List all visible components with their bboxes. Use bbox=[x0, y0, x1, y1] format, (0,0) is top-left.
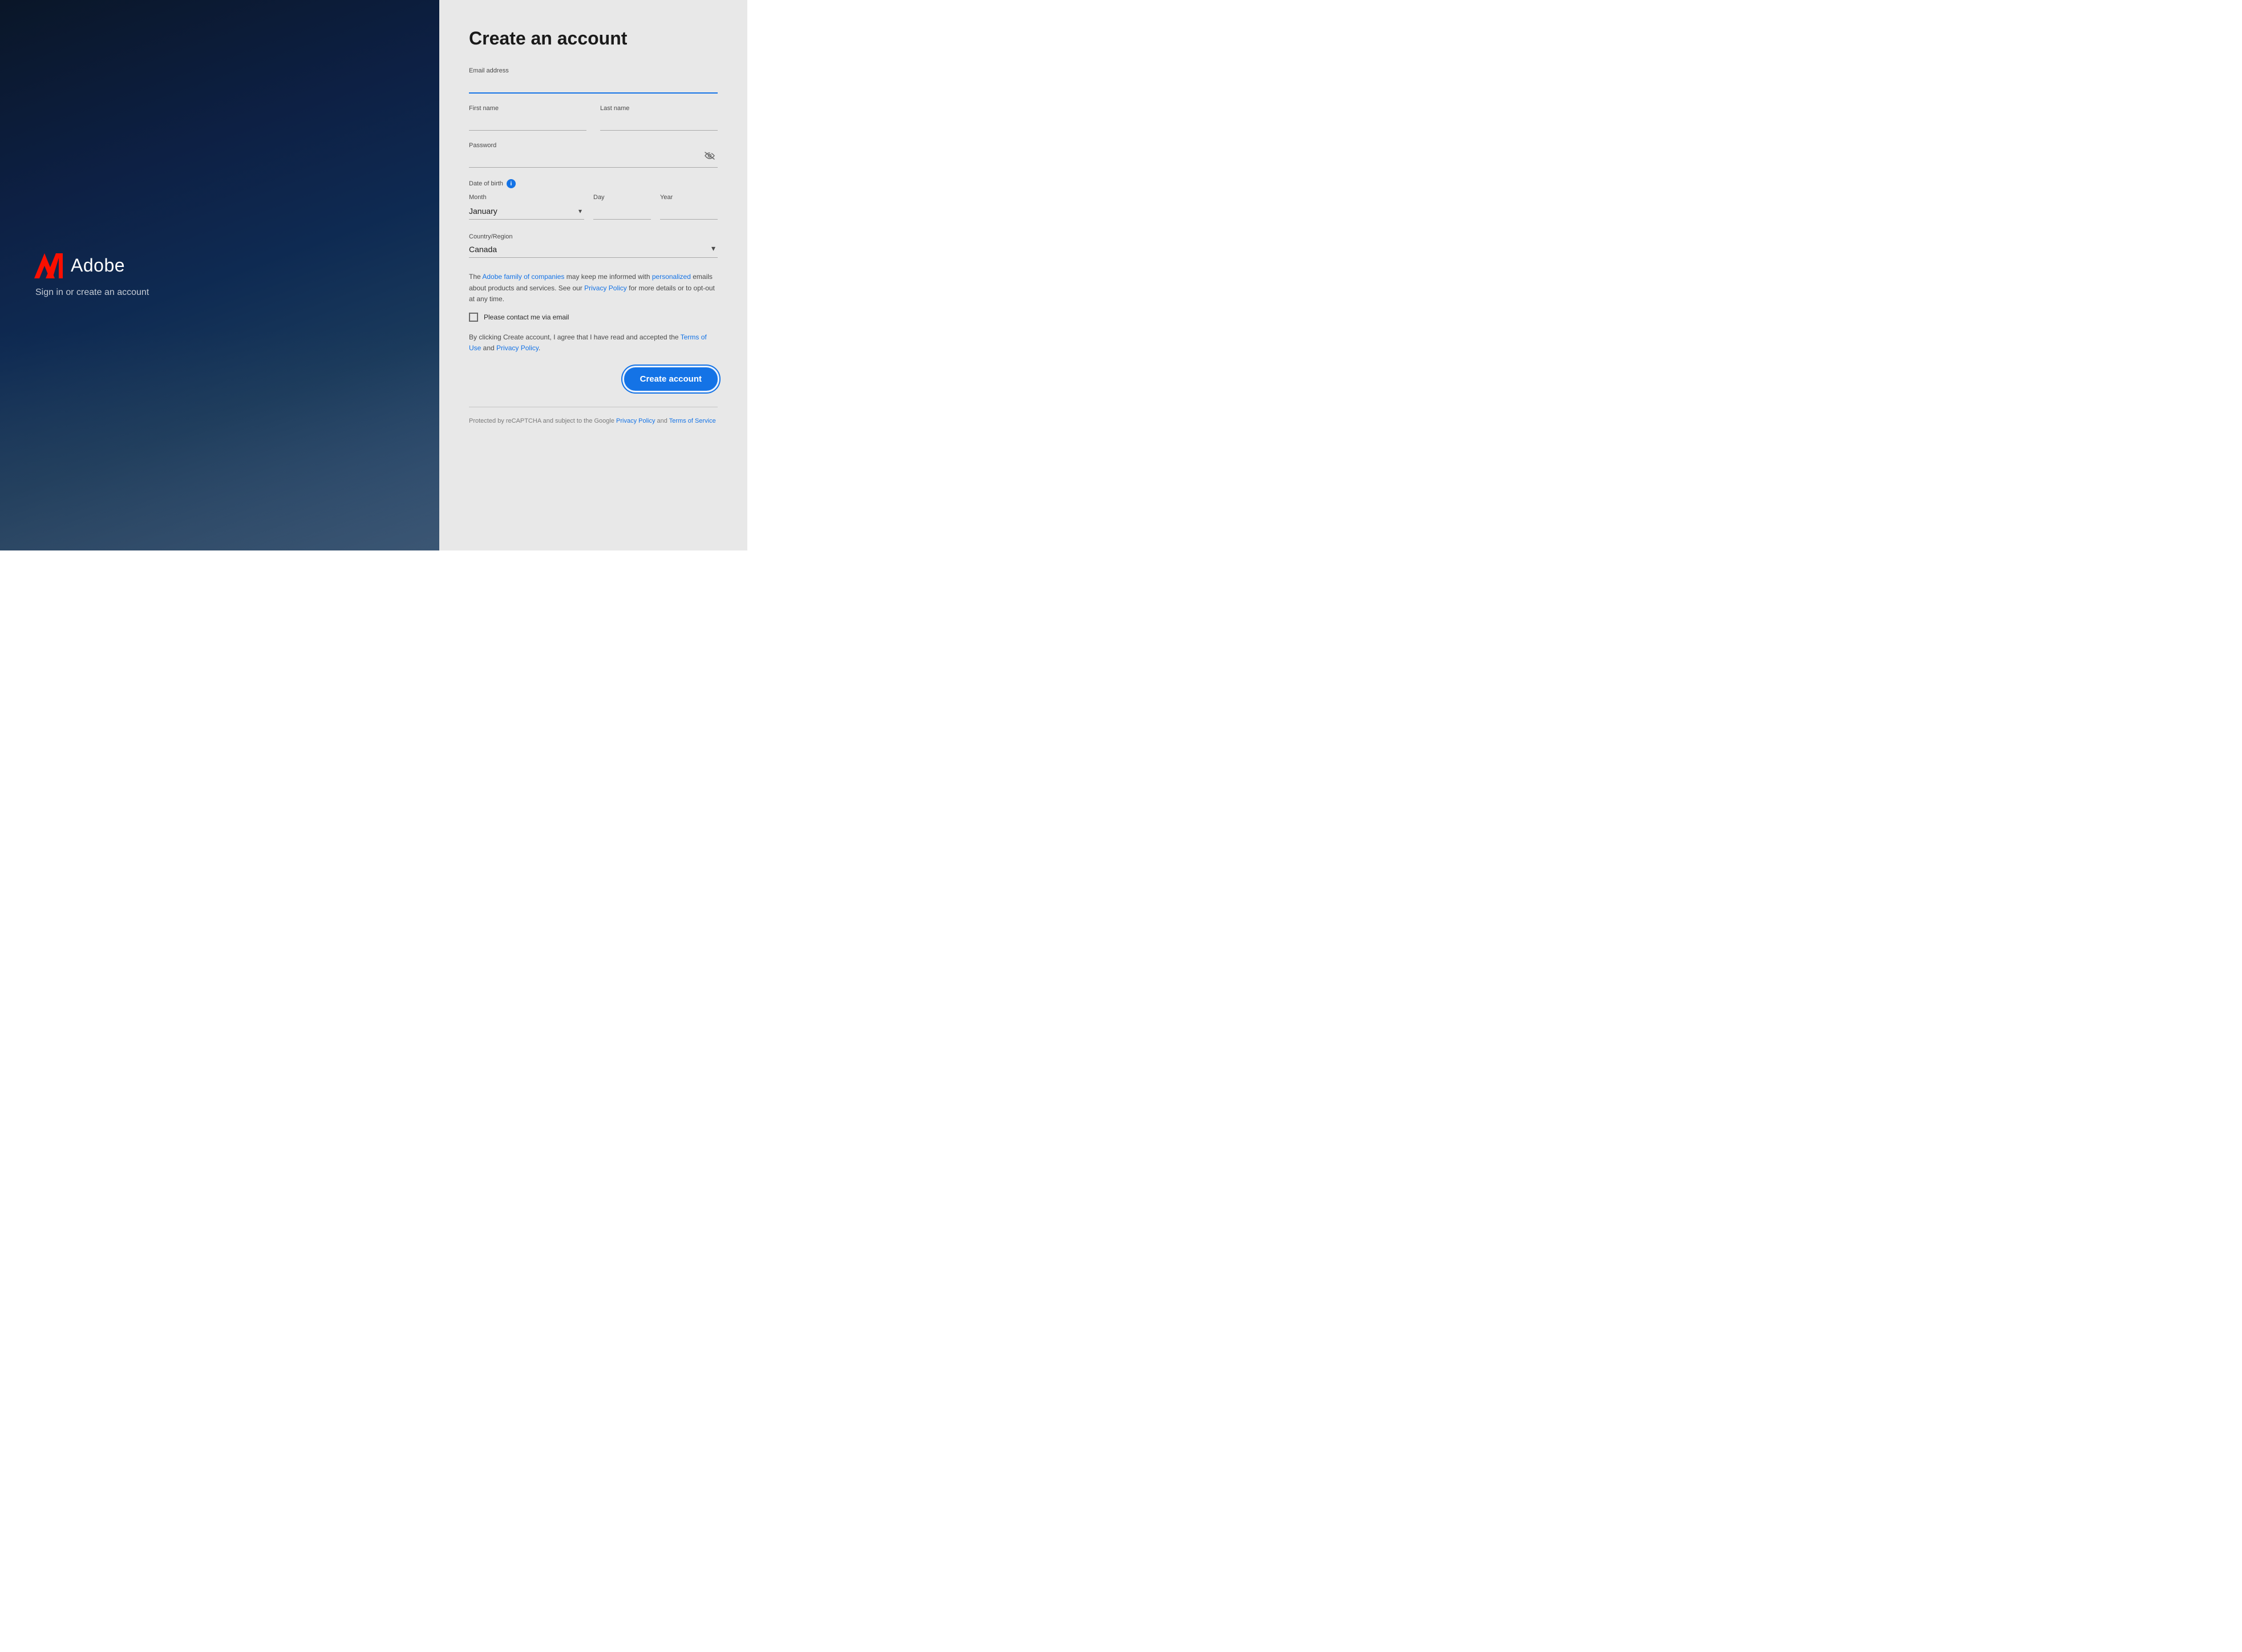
recaptcha-terms-link[interactable]: Terms of Service bbox=[669, 418, 716, 424]
email-group: Email address bbox=[469, 67, 718, 94]
password-label: Password bbox=[469, 142, 718, 149]
first-name-label: First name bbox=[469, 105, 586, 112]
year-col: Year bbox=[660, 194, 718, 220]
month-select-wrapper: January February March April May June Ju… bbox=[469, 203, 584, 220]
last-name-input[interactable] bbox=[600, 114, 718, 131]
email-label: Email address bbox=[469, 67, 718, 74]
checkbox-row: Please contact me via email bbox=[469, 313, 718, 322]
date-row: Month January February March April May J… bbox=[469, 194, 718, 220]
recaptcha-privacy-link[interactable]: Privacy Policy bbox=[616, 418, 655, 424]
last-name-label: Last name bbox=[600, 105, 718, 112]
adobe-logo-icon bbox=[34, 253, 63, 278]
dob-section: Date of birth i Month January February M… bbox=[469, 179, 718, 220]
terms-text: By clicking Create account, I agree that… bbox=[469, 332, 718, 354]
first-name-group: First name bbox=[469, 105, 586, 131]
year-label: Year bbox=[660, 194, 718, 201]
checkbox-label: Please contact me via email bbox=[484, 313, 569, 321]
dob-info-icon[interactable]: i bbox=[507, 179, 516, 188]
password-wrapper bbox=[469, 151, 718, 168]
day-input[interactable] bbox=[593, 203, 651, 220]
page-title: Create an account bbox=[469, 27, 718, 49]
day-col: Day bbox=[593, 194, 651, 220]
toggle-password-icon[interactable] bbox=[704, 151, 715, 163]
left-panel: Adobe Sign in or create an account bbox=[0, 0, 439, 550]
day-label: Day bbox=[593, 194, 651, 201]
consent-text: The Adobe family of companies may keep m… bbox=[469, 272, 718, 305]
email-input[interactable] bbox=[469, 76, 718, 94]
month-col: Month January February March April May J… bbox=[469, 194, 584, 220]
right-panel: Create an account Email address First na… bbox=[439, 0, 747, 550]
adobe-logo-container: Adobe bbox=[34, 253, 405, 278]
country-label: Country/Region bbox=[469, 233, 512, 240]
create-btn-row: Create account bbox=[469, 367, 718, 391]
terms-privacy-link[interactable]: Privacy Policy bbox=[496, 344, 539, 352]
dob-label-row: Date of birth i bbox=[469, 179, 718, 188]
country-section: Country/Region Canada United States Unit… bbox=[469, 231, 718, 258]
dob-label-text: Date of birth bbox=[469, 180, 503, 187]
recaptcha-text: Protected by reCAPTCHA and subject to th… bbox=[469, 416, 718, 427]
create-account-button[interactable]: Create account bbox=[624, 367, 718, 391]
adobe-logo-text: Adobe bbox=[71, 255, 125, 276]
month-select[interactable]: January February March April May June Ju… bbox=[469, 203, 584, 220]
password-input[interactable] bbox=[469, 151, 718, 168]
year-input[interactable] bbox=[660, 203, 718, 220]
personalized-link[interactable]: personalized bbox=[652, 273, 691, 281]
adobe-family-link[interactable]: Adobe family of companies bbox=[482, 273, 564, 281]
password-group: Password bbox=[469, 142, 718, 168]
adobe-tagline: Sign in or create an account bbox=[35, 288, 405, 298]
name-row: First name Last name bbox=[469, 105, 718, 131]
privacy-policy-consent-link[interactable]: Privacy Policy bbox=[584, 284, 627, 292]
first-name-input[interactable] bbox=[469, 114, 586, 131]
contact-checkbox[interactable] bbox=[469, 313, 478, 322]
country-select-wrapper: Canada United States United Kingdom Aust… bbox=[469, 241, 718, 258]
month-label: Month bbox=[469, 194, 584, 201]
last-name-group: Last name bbox=[600, 105, 718, 131]
country-select[interactable]: Canada United States United Kingdom Aust… bbox=[469, 241, 718, 258]
